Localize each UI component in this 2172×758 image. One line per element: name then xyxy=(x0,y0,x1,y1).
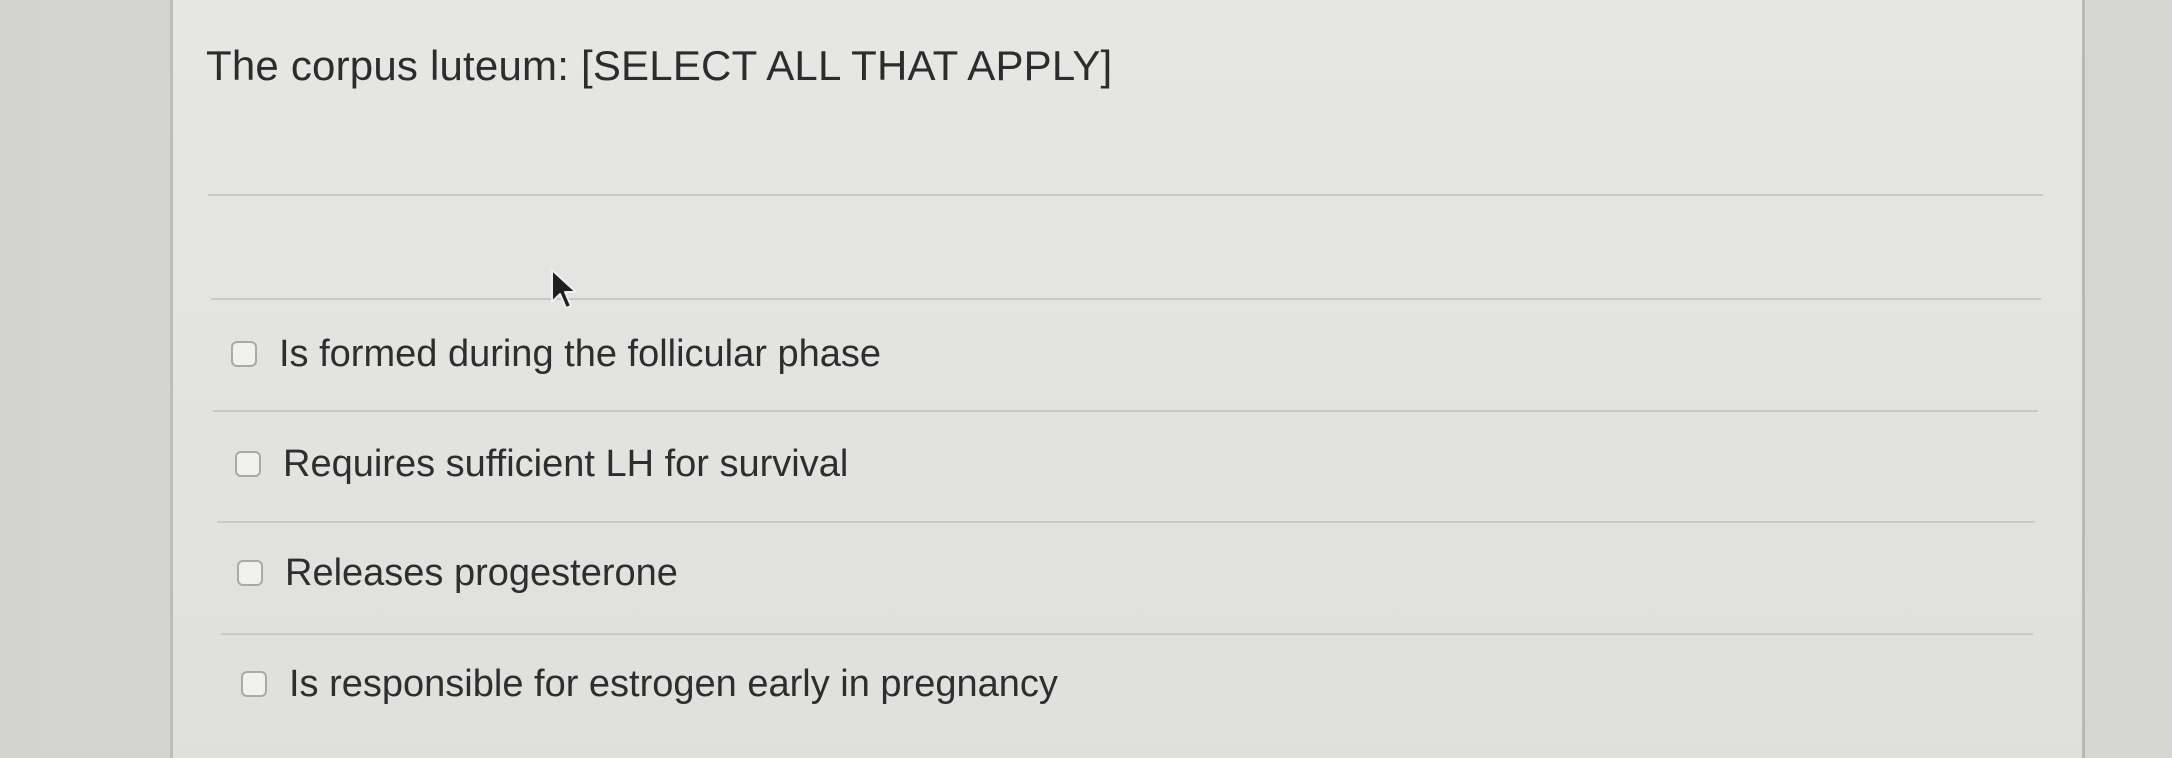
screen: The corpus luteum: [SELECT ALL THAT APPL… xyxy=(0,0,2172,758)
mouse-pointer-icon xyxy=(551,269,577,309)
question-text: The corpus luteum: [SELECT ALL THAT APPL… xyxy=(206,42,1113,89)
answer-checkbox[interactable] xyxy=(231,341,257,367)
question-card: The corpus luteum: [SELECT ALL THAT APPL… xyxy=(170,0,2085,758)
answer-checkbox[interactable] xyxy=(237,560,263,586)
answer-checkbox[interactable] xyxy=(241,671,267,697)
divider xyxy=(217,521,2035,523)
answer-label: Is formed during the follicular phase xyxy=(279,332,881,375)
divider xyxy=(213,410,2038,412)
answer-option-1[interactable]: Is formed during the follicular phase xyxy=(231,326,881,382)
answer-option-2[interactable]: Requires sufficient LH for survival xyxy=(235,436,848,492)
answer-checkbox[interactable] xyxy=(235,451,261,477)
answer-label: Requires sufficient LH for survival xyxy=(283,442,849,485)
divider xyxy=(211,298,2041,300)
divider xyxy=(221,633,2033,635)
answer-option-4[interactable]: Is responsible for estrogen early in pre… xyxy=(241,656,1058,712)
answer-label: Releases progesterone xyxy=(285,551,678,594)
answer-label: Is responsible for estrogen early in pre… xyxy=(289,662,1058,705)
answer-option-3[interactable]: Releases progesterone xyxy=(237,545,678,601)
divider xyxy=(208,194,2043,196)
